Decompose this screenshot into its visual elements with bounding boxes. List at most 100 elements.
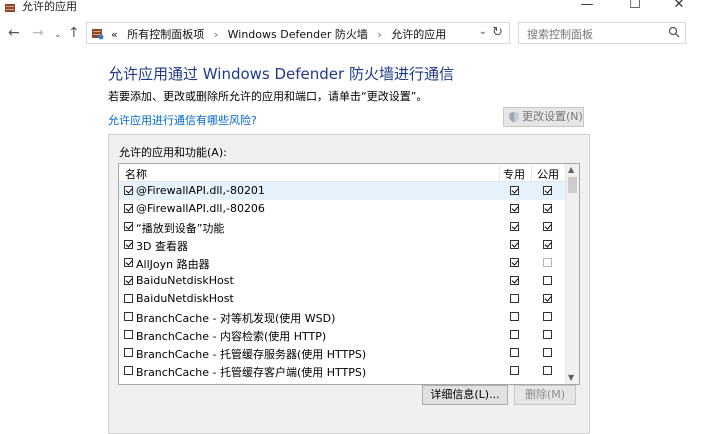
search-box[interactable]: [518, 22, 686, 44]
table-row[interactable]: BranchCache - 对等机发现(使用 WSD): [119, 308, 565, 326]
public-checkbox[interactable]: [543, 186, 552, 195]
app-enabled-checkbox[interactable]: [124, 330, 133, 339]
maximize-button[interactable]: ☐: [612, 0, 658, 16]
scroll-down-arrow-icon[interactable]: ▼: [568, 373, 574, 382]
private-checkbox[interactable]: [510, 204, 519, 213]
public-checkbox[interactable]: [543, 222, 552, 231]
change-settings-label: 更改设置(N): [522, 110, 583, 123]
app-name: BranchCache - 内容检索(使用 HTTP): [136, 330, 327, 343]
private-checkbox[interactable]: [510, 330, 519, 339]
window-title: 允许的应用: [22, 0, 77, 13]
address-bar[interactable]: « 所有控制面板项 › Windows Defender 防火墙 › 允许的应用…: [86, 22, 510, 44]
app-name: BranchCache - 托管缓存服务器(使用 HTTPS): [136, 348, 367, 361]
table-row[interactable]: BaiduNetdiskHost: [119, 290, 565, 308]
firewall-app-icon: [5, 4, 15, 12]
app-name: “播放到设备”功能: [136, 222, 225, 235]
app-enabled-checkbox[interactable]: [124, 186, 133, 195]
search-input[interactable]: [525, 24, 669, 44]
private-checkbox[interactable]: [510, 258, 519, 267]
public-checkbox[interactable]: [543, 258, 552, 267]
private-checkbox[interactable]: [510, 294, 519, 303]
address-dropdown-icon[interactable]: ⌄: [479, 26, 487, 37]
app-enabled-checkbox[interactable]: [124, 294, 133, 303]
public-checkbox[interactable]: [543, 330, 552, 339]
public-checkbox[interactable]: [543, 312, 552, 321]
page-title: 允许应用通过 Windows Defender 防火墙进行通信: [108, 65, 454, 83]
table-row[interactable]: BranchCache - 托管缓存客户端(使用 HTTPS): [119, 362, 565, 380]
up-arrow-icon[interactable]: ↑: [68, 26, 80, 40]
search-icon: [668, 26, 680, 38]
breadcrumb: « 所有控制面板项 › Windows Defender 防火墙 › 允许的应用: [111, 26, 446, 42]
column-divider[interactable]: [531, 166, 532, 183]
table-row[interactable]: “播放到设备”功能: [119, 218, 565, 236]
control-panel-icon: [92, 29, 104, 40]
change-settings-button[interactable]: 更改设置(N): [503, 107, 584, 127]
recent-dropdown-icon[interactable]: ⌄: [54, 28, 62, 42]
table-row[interactable]: AllJoyn 路由器: [119, 254, 565, 272]
breadcrumb-separator-icon[interactable]: ›: [208, 28, 224, 41]
details-button[interactable]: 详细信息(L)...: [422, 385, 508, 405]
app-enabled-checkbox[interactable]: [124, 348, 133, 357]
table-row[interactable]: BranchCache - 托管缓存服务器(使用 HTTPS): [119, 344, 565, 362]
address-row: ← → ⌄ ↑ « 所有控制面板项 › Windows Defender 防火墙…: [0, 20, 702, 48]
app-name: @FirewallAPI.dll,-80206: [136, 202, 265, 215]
vertical-scrollbar[interactable]: ▲ ▼: [565, 164, 579, 384]
table-row[interactable]: @FirewallAPI.dll,-80206: [119, 200, 565, 218]
table-row[interactable]: 3D 查看器: [119, 236, 565, 254]
app-enabled-checkbox[interactable]: [124, 366, 133, 375]
private-checkbox[interactable]: [510, 186, 519, 195]
public-checkbox[interactable]: [543, 366, 552, 375]
private-checkbox[interactable]: [510, 348, 519, 357]
private-checkbox[interactable]: [510, 366, 519, 375]
app-enabled-checkbox[interactable]: [124, 240, 133, 249]
app-enabled-checkbox[interactable]: [124, 276, 133, 285]
app-name: AllJoyn 路由器: [136, 258, 210, 271]
column-header-name[interactable]: 名称: [125, 166, 147, 182]
allowed-apps-list[interactable]: 名称 专用 公用 @FirewallAPI.dll,-80201 @Firewa…: [118, 163, 580, 385]
title-bar: 允许的应用 — ☐ ✕: [0, 0, 702, 20]
breadcrumb-firewall[interactable]: Windows Defender 防火墙: [228, 28, 368, 41]
public-checkbox[interactable]: [543, 294, 552, 303]
forward-arrow-icon[interactable]: →: [32, 26, 44, 40]
scroll-up-arrow-icon[interactable]: ▲: [568, 165, 574, 174]
breadcrumb-overflow[interactable]: «: [111, 28, 118, 41]
private-checkbox[interactable]: [510, 312, 519, 321]
minimize-button[interactable]: —: [564, 0, 610, 16]
app-enabled-checkbox[interactable]: [124, 312, 133, 321]
app-enabled-checkbox[interactable]: [124, 222, 133, 231]
column-header-public[interactable]: 公用: [537, 166, 559, 182]
delete-button[interactable]: 删除(M): [514, 385, 576, 405]
breadcrumb-all-items[interactable]: 所有控制面板项: [121, 28, 204, 41]
allowed-apps-label: 允许的应用和功能(A):: [119, 146, 227, 159]
app-enabled-checkbox[interactable]: [124, 204, 133, 213]
app-name: BranchCache - 托管缓存客户端(使用 HTTPS): [136, 366, 367, 379]
column-divider[interactable]: [499, 166, 500, 183]
private-checkbox[interactable]: [510, 222, 519, 231]
instructions-text: 若要添加、更改或删除所允许的应用和端口，请单击“更改设置”。: [108, 90, 428, 103]
table-row[interactable]: @FirewallAPI.dll,-80201: [119, 182, 565, 200]
table-row[interactable]: BranchCache - 内容检索(使用 HTTP): [119, 326, 565, 344]
table-row[interactable]: BaiduNetdiskHost: [119, 272, 565, 290]
refresh-icon[interactable]: ↻: [492, 25, 503, 40]
breadcrumb-separator-icon[interactable]: ›: [371, 28, 387, 41]
uac-shield-icon: [509, 111, 519, 123]
public-checkbox[interactable]: [543, 276, 552, 285]
app-enabled-checkbox[interactable]: [124, 258, 133, 267]
private-checkbox[interactable]: [510, 240, 519, 249]
allowed-apps-group: 允许的应用和功能(A): 名称 专用 公用 @FirewallAPI.dll,-…: [108, 134, 590, 434]
public-checkbox[interactable]: [543, 204, 552, 213]
app-name: BranchCache - 对等机发现(使用 WSD): [136, 312, 336, 325]
public-checkbox[interactable]: [543, 348, 552, 357]
app-name: 3D 查看器: [136, 240, 188, 253]
app-name: @FirewallAPI.dll,-80201: [136, 184, 265, 197]
risk-info-link[interactable]: 允许应用进行通信有哪些风险?: [108, 112, 257, 128]
column-header-private[interactable]: 专用: [503, 166, 525, 182]
close-button[interactable]: ✕: [656, 0, 702, 16]
app-name: BaiduNetdiskHost: [136, 292, 234, 305]
breadcrumb-allowed-apps[interactable]: 允许的应用: [391, 28, 446, 41]
app-name: BaiduNetdiskHost: [136, 274, 234, 287]
private-checkbox[interactable]: [510, 276, 519, 285]
back-arrow-icon[interactable]: ←: [8, 26, 20, 40]
scrollbar-thumb[interactable]: [568, 177, 577, 193]
public-checkbox[interactable]: [543, 240, 552, 249]
